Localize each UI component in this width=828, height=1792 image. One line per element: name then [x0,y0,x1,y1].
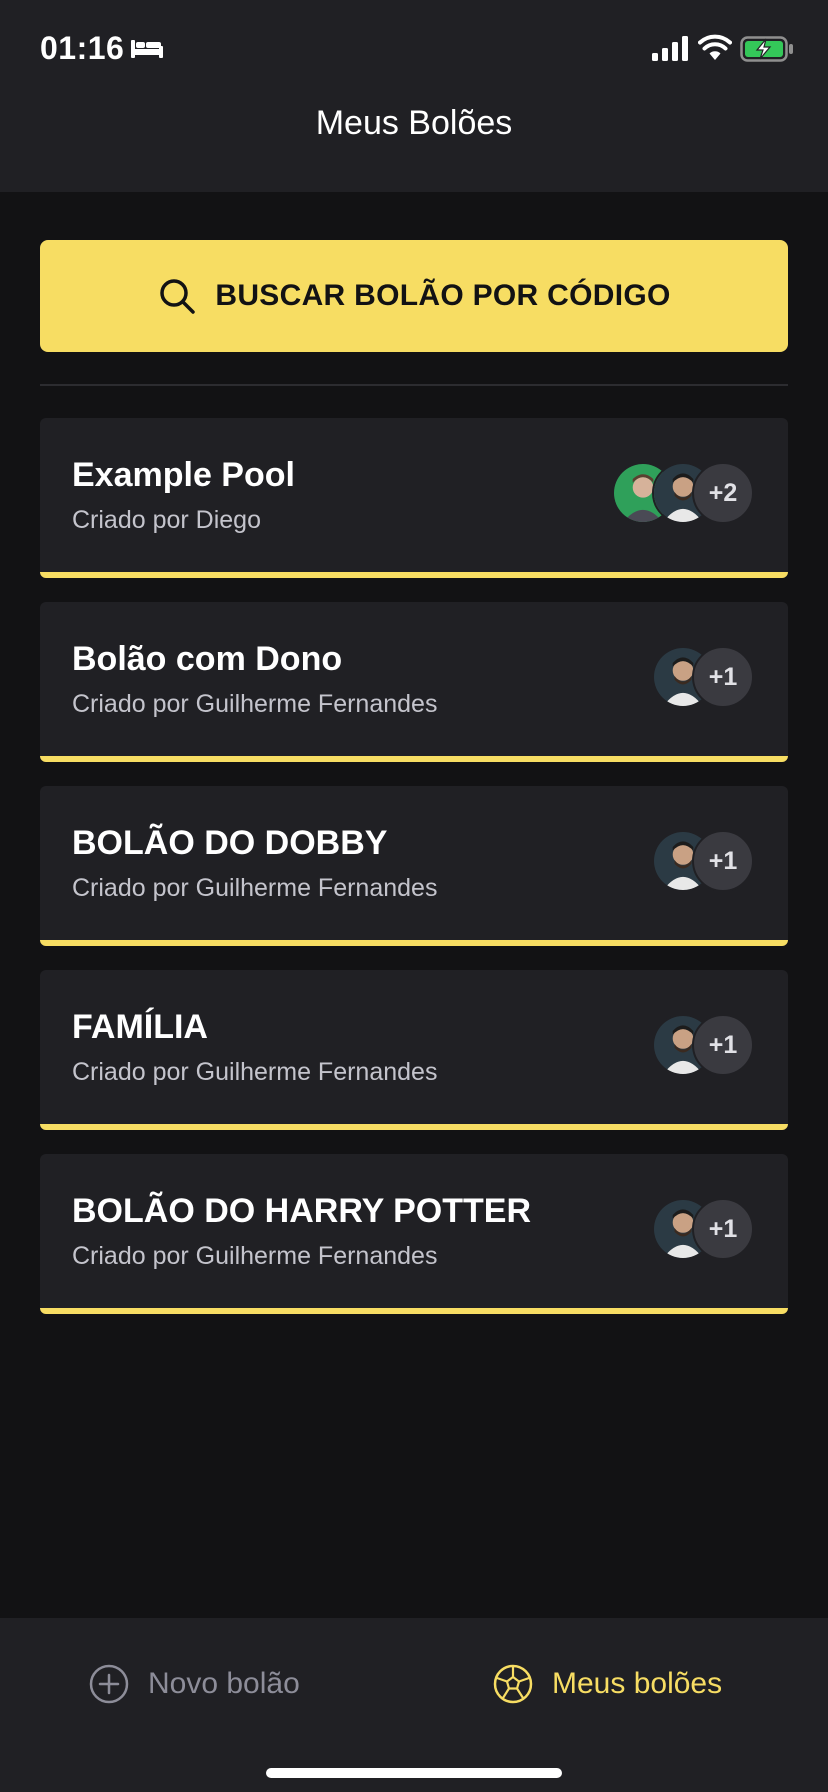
page-title: Meus Bolões [315,104,513,142]
pool-title: Example Pool [72,456,295,494]
battery-charging-icon [740,36,793,62]
participants-avatars: +1 [652,1198,754,1260]
pool-title: FAMÍLIA [72,1008,208,1046]
status-bar: 01:16 [0,0,828,100]
pool-owner: Criado por Guilherme Fernandes [72,1058,438,1086]
pool-card[interactable]: Bolão com Dono Criado por Guilherme Fern… [40,602,788,762]
search-icon [160,279,196,314]
tab-my-pools-label: Meus bolões [552,1667,723,1700]
wifi-icon [698,34,732,60]
tab-new-pool[interactable]: Novo bolão [88,1654,300,1714]
plus-circle-icon [89,1664,129,1704]
top-bar: 01:16 Meus Bolões [0,0,828,192]
more-participants-badge: +1 [692,1198,754,1260]
pool-card[interactable]: BOLÃO DO DOBBY Criado por Guilherme Fern… [40,786,788,946]
pool-title: BOLÃO DO HARRY POTTER [72,1192,532,1230]
participants-avatars: +1 [652,830,754,892]
participants-avatars: +1 [652,1014,754,1076]
home-indicator [266,1768,562,1778]
pool-owner: Criado por Guilherme Fernandes [72,690,438,718]
more-participants-badge: +2 [692,462,754,524]
participants-avatars: +2 [612,462,754,524]
more-participants-badge: +1 [692,646,754,708]
tab-new-pool-label: Novo bolão [148,1667,300,1700]
pool-owner: Criado por Guilherme Fernandes [72,874,438,902]
pool-card[interactable]: FAMÍLIA Criado por Guilherme Fernandes +… [40,970,788,1130]
pool-title: Bolão com Dono [72,640,343,678]
soccer-ball-icon [493,1664,533,1704]
search-pool-by-code-button[interactable]: BUSCAR BOLÃO POR CÓDIGO [40,240,788,352]
pool-title: BOLÃO DO DOBBY [72,824,388,862]
cellular-signal-icon [652,36,688,61]
more-participants-badge: +1 [692,830,754,892]
divider [40,384,788,386]
tab-my-pools[interactable]: Meus bolões [492,1654,722,1714]
bottom-tab-bar: Novo bolão Meus bolões [0,1618,828,1792]
pool-card[interactable]: BOLÃO DO HARRY POTTER Criado por Guilher… [40,1154,788,1314]
pool-owner: Criado por Guilherme Fernandes [72,1242,438,1270]
pool-list: Example Pool Criado por Diego +2 Bolão c… [40,418,788,1338]
status-time: 01:16 [40,30,125,66]
more-participants-badge: +1 [692,1014,754,1076]
app-screen: 01:16 Meus Bolões BUSCAR BOLÃO POR CÓDIG… [0,0,828,1792]
search-button-label: BUSCAR BOLÃO POR CÓDIGO [215,279,671,312]
pool-owner: Criado por Diego [72,506,261,534]
participants-avatars: +1 [652,646,754,708]
pool-card[interactable]: Example Pool Criado por Diego +2 [40,418,788,578]
bed-icon [131,40,163,58]
